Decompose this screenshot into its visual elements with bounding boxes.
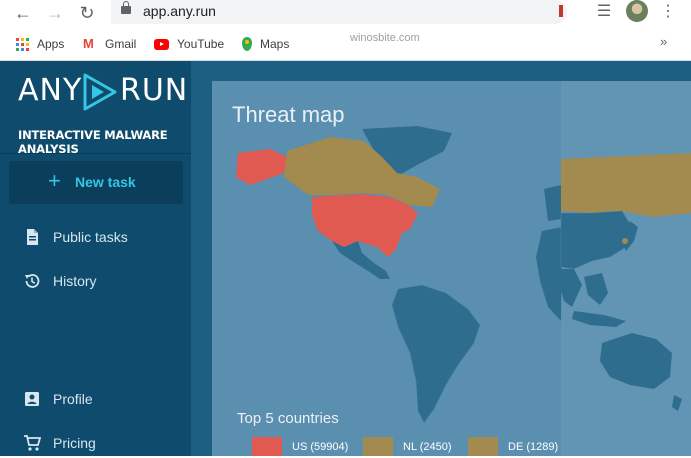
legend-item-de: DE (1289) bbox=[468, 437, 558, 456]
sidebar-item-public-tasks[interactable]: Public tasks bbox=[0, 222, 191, 252]
map-usa bbox=[312, 194, 418, 257]
media-control-icon[interactable]: ☰ bbox=[594, 2, 614, 22]
more-bookmarks-button[interactable]: » bbox=[660, 34, 667, 49]
menu-kebab-icon[interactable]: ⋮ bbox=[658, 2, 678, 22]
tagline: INTERACTIVE MALWARE ANALYSIS bbox=[18, 128, 168, 156]
sidebar-item-pricing[interactable]: Pricing bbox=[0, 428, 191, 458]
legend-label: DE (1289) bbox=[508, 441, 559, 453]
map-japan-highlight bbox=[622, 238, 628, 244]
profile-icon bbox=[25, 392, 39, 406]
legend-item-us: US (59904) bbox=[252, 437, 348, 456]
map-africa bbox=[536, 227, 562, 321]
legend-swatch bbox=[252, 437, 282, 456]
logo-text-any: ANY bbox=[18, 73, 83, 108]
legend-label: NL (2450) bbox=[403, 441, 452, 453]
sidebar-item-label: Profile bbox=[53, 391, 93, 407]
threat-map-panel: Threat map Top 5 countries US (59904) NL… bbox=[212, 81, 691, 456]
watermark: winosbite.com bbox=[350, 32, 420, 44]
legend-swatch bbox=[363, 437, 393, 456]
map-europe bbox=[544, 185, 561, 221]
logo-text-run: RUN bbox=[120, 73, 189, 108]
map-south-america bbox=[391, 284, 481, 424]
extension-indicator-icon bbox=[559, 5, 563, 17]
map-alaska bbox=[236, 149, 287, 185]
legend-label: US (59904) bbox=[292, 441, 349, 453]
bookmark-label: Maps bbox=[260, 37, 290, 51]
bookmark-maps[interactable]: Maps bbox=[242, 34, 289, 54]
sidebar-item-history[interactable]: History bbox=[0, 266, 191, 296]
bookmarks-bar: Apps Gmail YouTube Maps winosbite.com » bbox=[0, 28, 691, 61]
youtube-icon bbox=[154, 38, 169, 50]
apps-icon bbox=[16, 37, 29, 51]
main-content: Threat map Top 5 countries US (59904) NL… bbox=[191, 61, 691, 456]
document-icon bbox=[27, 229, 38, 245]
gmail-icon bbox=[83, 36, 97, 51]
sidebar-item-profile[interactable]: Profile bbox=[0, 384, 191, 414]
legend-item-nl: NL (2450) bbox=[363, 437, 452, 456]
avatar[interactable] bbox=[626, 0, 648, 22]
play-logo-icon bbox=[83, 73, 117, 111]
browser-toolbar: ← → ↻ app.any.run ☰ ⋮ bbox=[0, 0, 691, 28]
lock-icon bbox=[121, 1, 131, 14]
panel-title: Threat map bbox=[232, 102, 345, 127]
sidebar-item-label: Pricing bbox=[53, 435, 96, 451]
bookmark-label: Gmail bbox=[105, 37, 137, 51]
history-icon bbox=[25, 274, 40, 288]
cart-icon bbox=[24, 435, 41, 451]
maps-icon bbox=[242, 37, 252, 51]
url-text: app.any.run bbox=[143, 3, 216, 19]
sidebar: ANY RUN INTERACTIVE MALWARE ANALYSIS + N… bbox=[0, 61, 191, 456]
new-task-button[interactable]: + New task bbox=[9, 161, 183, 204]
reload-icon[interactable]: ↻ bbox=[76, 2, 98, 24]
back-icon[interactable]: ← bbox=[12, 2, 34, 24]
bookmark-apps[interactable]: Apps bbox=[16, 34, 64, 54]
bookmark-label: YouTube bbox=[177, 37, 225, 51]
world-map[interactable] bbox=[212, 81, 691, 456]
new-task-label: New task bbox=[75, 174, 136, 190]
legend-swatch bbox=[468, 437, 498, 456]
legend-title: Top 5 countries bbox=[237, 410, 339, 427]
forward-icon[interactable]: → bbox=[44, 2, 66, 24]
address-bar[interactable]: app.any.run bbox=[111, 0, 567, 24]
sidebar-item-label: History bbox=[53, 273, 97, 289]
logo[interactable]: ANY RUN bbox=[18, 73, 187, 113]
plus-icon: + bbox=[48, 168, 61, 193]
bookmark-label: Apps bbox=[37, 37, 65, 51]
sidebar-item-label: Public tasks bbox=[53, 229, 128, 245]
bookmark-youtube[interactable]: YouTube bbox=[154, 34, 224, 54]
sidebar-divider bbox=[0, 153, 191, 154]
bookmark-gmail[interactable]: Gmail bbox=[83, 34, 136, 54]
map-russia bbox=[561, 153, 691, 217]
